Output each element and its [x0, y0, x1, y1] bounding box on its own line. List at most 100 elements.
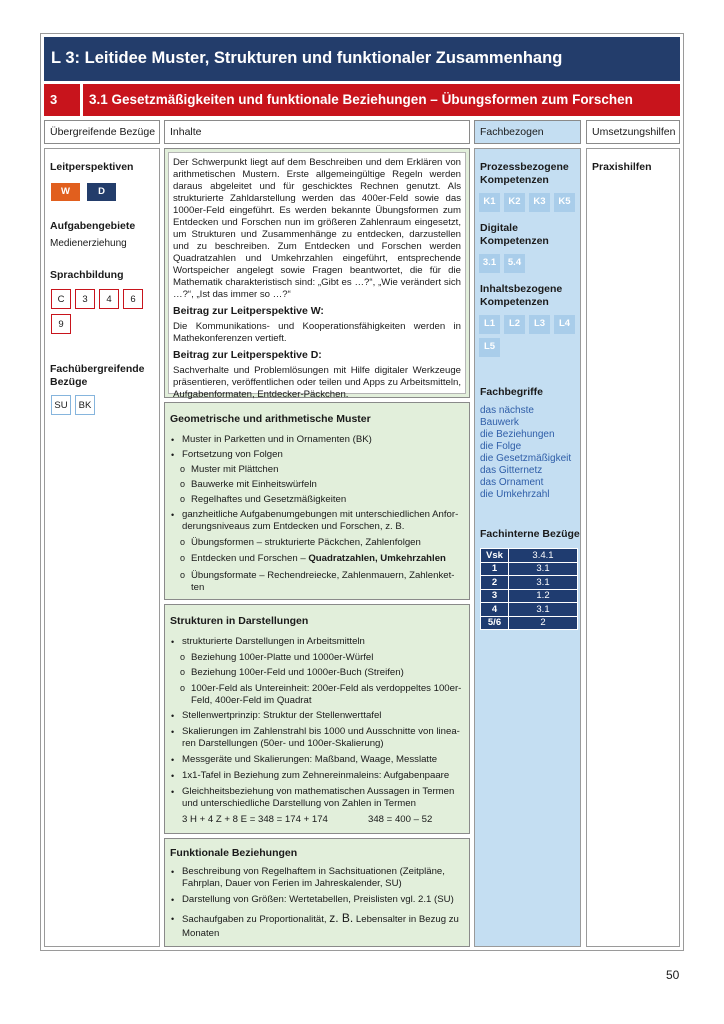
bullet: •: [171, 895, 175, 905]
inhaltsbezogene-heading: Inhaltsbezogene Kompetenzen: [480, 283, 563, 308]
sub-bullet: o: [180, 683, 186, 693]
list-item: Sachaufgaben zu Proportionalität, z. B. …: [182, 911, 459, 925]
bullet: •: [171, 727, 175, 737]
kompetenz-badge: K1: [479, 193, 500, 212]
list-item: ren Darstellungen (50er- und 100er-Skali…: [182, 738, 384, 749]
leitperspektive-w-text: Die Kommunikations- und Kooperationsfähi…: [173, 321, 461, 344]
funktionale-beziehungen-box: Funktionale Beziehungen • Beschreibung v…: [164, 838, 470, 947]
list-item: ten: [191, 582, 205, 593]
bullet: •: [171, 510, 175, 520]
fachbegriff: das Gitternetz: [480, 465, 543, 476]
list-item: Skalierungen im Zahlenstrahl bis 1000 un…: [182, 726, 460, 737]
inhalt-badge: L5: [479, 338, 500, 357]
leitperspektiven-heading: Leitperspektiven: [50, 161, 134, 173]
aufgabengebiete-heading: Aufgabengebiete: [50, 220, 136, 232]
sub-bullet: o: [180, 464, 186, 474]
geometrische-muster-box: Geometrische und arithmetische Muster • …: [164, 402, 470, 600]
table-row: 5/6 2: [480, 615, 578, 630]
leitperspektive-w-heading: Beitrag zur Leitperspektive W:: [173, 305, 324, 317]
list-item: Beziehung 100er-Feld und 1000er-Buch (St…: [191, 667, 404, 678]
list-item: Übungsformen – strukturierte Päckchen, Z…: [191, 537, 421, 548]
inhalt-badge: L1: [479, 315, 500, 334]
intro-box: Der Schwerpunkt liegt auf dem Beschreibe…: [164, 148, 470, 400]
leitperspektive-d-heading: Beitrag zur Leitperspektive D:: [173, 349, 322, 361]
bullet: •: [171, 755, 175, 765]
fachbegriff: die Beziehungen: [480, 429, 555, 440]
list-item: Gleichheitsbeziehung von mathematischen …: [182, 786, 455, 797]
bullet: •: [171, 914, 175, 924]
header-uebergreifend: Übergreifende Bezüge: [44, 120, 160, 144]
fachinterne-table: Vsk 3.4.1 1 3.1 2 3.1 3 1.2 4 3.1 5/6 2: [480, 548, 578, 630]
geometrische-muster-heading: Geometrische und arithmetische Muster: [170, 413, 371, 425]
list-item: Stellenwertprinzip: Struktur der Stellen…: [182, 710, 382, 721]
intro-text: Der Schwerpunkt liegt auf dem Beschreibe…: [173, 157, 461, 300]
umsetzungshilfen-column: Praxishilfen: [586, 148, 680, 947]
sprach-code: 9: [51, 314, 71, 334]
table-row: 1 3.1: [480, 561, 578, 576]
list-item: strukturierte Darstellungen in Arbeitsmi…: [182, 636, 365, 647]
list-item: und unterschiedliche Darstellung von Zah…: [182, 798, 416, 809]
intro-panel: Der Schwerpunkt liegt auf dem Beschreibe…: [168, 152, 466, 400]
digital-badge: 3.1: [479, 254, 500, 273]
sprach-code: C: [51, 289, 71, 309]
sprachbildung-heading: Sprachbildung: [50, 269, 124, 281]
fachinterne-heading: Fachinterne Bezüge: [480, 528, 580, 540]
strukturen-box: Strukturen in Darstellungen • strukturie…: [164, 604, 470, 834]
sub-bullet: o: [180, 494, 186, 504]
equation-2: 348 = 400 – 52: [368, 814, 433, 825]
list-item: Muster mit Plättchen: [191, 464, 279, 475]
list-item: ganzheitliche Aufgabenumgebungen mit unt…: [182, 509, 459, 520]
bullet: •: [171, 867, 175, 877]
table-row: 3 1.2: [480, 588, 578, 603]
list-item: Fahrplan, Dauer von Ferien im Jahreskale…: [182, 878, 402, 889]
list-item: Monaten: [182, 928, 220, 939]
list-item: Regelhaftes und Gesetzmäßigkeiten: [191, 494, 347, 505]
fachbegriffe-heading: Fachbegriffe: [480, 386, 544, 398]
equation-1: 3 H + 4 Z + 8 E = 348 = 174 + 174: [182, 814, 328, 825]
digital-badge: 5.4: [504, 254, 525, 273]
sub-bullet: o: [180, 537, 186, 547]
section-title: 3.1 Gesetzmäßigkeiten und funktionale Be…: [83, 84, 680, 116]
kompetenz-badge: K2: [504, 193, 525, 212]
fachbegriff: die Folge: [480, 441, 522, 452]
bullet: •: [171, 787, 175, 797]
list-item: Beschreibung von Regelhaftem in Sachsitu…: [182, 866, 445, 877]
list-item: Muster in Parketten und in Ornamenten (B…: [182, 434, 372, 445]
fachbegriff: das nächste: [480, 405, 534, 416]
kompetenz-badge: K5: [554, 193, 575, 212]
header-inhalte: Inhalte: [164, 120, 470, 144]
page-number: 50: [666, 968, 680, 982]
section-number: 3: [44, 84, 80, 116]
sub-bullet: o: [180, 652, 186, 662]
sub-bullet: o: [180, 667, 186, 677]
fachbegriff: die Gesetzmäßigkeit: [480, 453, 572, 464]
inhalt-badge: L4: [554, 315, 575, 334]
kompetenz-badge: K3: [529, 193, 550, 212]
prozessbezogene-heading: Prozessbezogene Kompetenzen: [480, 161, 569, 186]
sprach-code: 4: [99, 289, 119, 309]
header-umsetzungshilfen: Umsetzungshilfen: [586, 120, 680, 144]
chip-d: D: [87, 183, 116, 201]
chip-w: W: [51, 183, 80, 201]
fach-code-bk: BK: [75, 395, 95, 415]
list-item: derungsniveaus zum Entdecken und Forsche…: [182, 521, 405, 532]
sprach-code: 3: [75, 289, 95, 309]
fachbegriff: die Umkehrzahl: [480, 489, 550, 500]
fachbegriff: Bauwerk: [480, 417, 519, 428]
list-item: Bauwerke mit Einheitswürfeln: [191, 479, 317, 490]
bullet: •: [171, 637, 175, 647]
page-title: L 3: Leitidee Muster, Strukturen und fun…: [44, 37, 680, 81]
bullet: •: [171, 771, 175, 781]
list-item: Messgeräte und Skalierungen: Maßband, Wa…: [182, 754, 438, 765]
list-item: Übungsformate – Rechendreiecke, Zahlenma…: [191, 570, 455, 581]
header-fachbezogen: Fachbezogen: [474, 120, 581, 144]
list-item: Feld, 400er-Feld im Quadrat: [191, 695, 312, 706]
fachbegriff: das Ornament: [480, 477, 544, 488]
list-item: 100er-Feld als Untereinheit: 200er-Feld …: [191, 683, 462, 694]
bullet: •: [171, 450, 175, 460]
fachbezogen-column: Prozessbezogene Kompetenzen K1 K2 K3 K5 D…: [474, 148, 581, 947]
fach-code-su: SU: [51, 395, 71, 415]
aufgabengebiete-text: Medienerziehung: [50, 238, 127, 249]
inhalt-badge: L3: [529, 315, 550, 334]
bullet: •: [171, 435, 175, 445]
